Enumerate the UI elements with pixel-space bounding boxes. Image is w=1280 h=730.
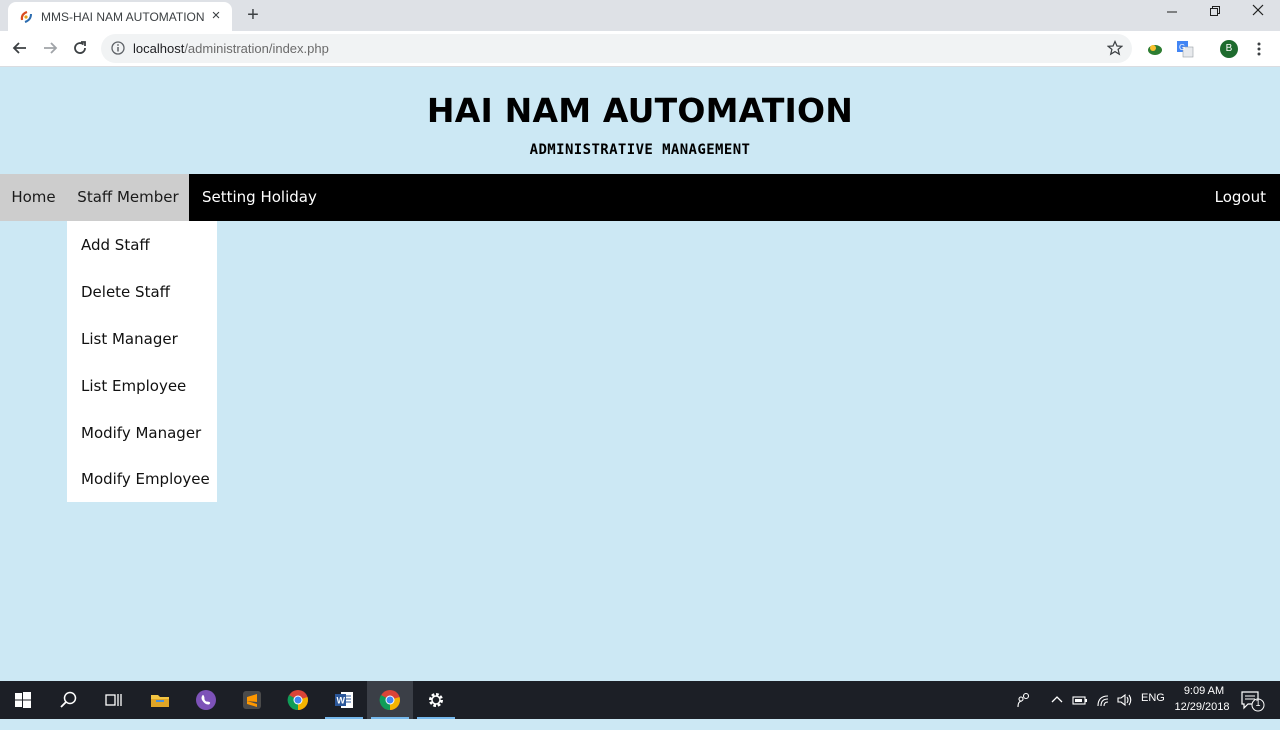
chrome-button[interactable] (275, 681, 321, 719)
window-minimize-button[interactable] (1160, 2, 1184, 22)
word-button[interactable]: W (321, 681, 367, 719)
sublime-text-button[interactable] (229, 681, 275, 719)
settings-button[interactable] (413, 681, 459, 719)
nav-home-link[interactable]: Home (0, 174, 67, 221)
restore-icon (1210, 6, 1220, 16)
address-bar[interactable]: localhost/administration/index.php (101, 34, 1132, 63)
close-icon (1252, 4, 1264, 16)
chrome-active-button[interactable] (367, 681, 413, 719)
browser-tab-title: MMS-HAI NAM AUTOMATION (41, 10, 205, 24)
site-favicon-icon (20, 10, 32, 23)
window-close-button[interactable] (1246, 3, 1270, 23)
search-button[interactable] (46, 681, 92, 719)
new-tab-button[interactable]: + (243, 4, 263, 26)
word-icon: W (335, 692, 353, 708)
language-indicator[interactable]: ENG (1141, 692, 1165, 730)
staff-member-dropdown: Add Staff Delete Staff List Manager List… (67, 221, 217, 502)
volume-icon[interactable] (1116, 692, 1134, 708)
svg-text:G: G (1179, 43, 1185, 52)
browser-tab[interactable]: MMS-HAI NAM AUTOMATION × (8, 2, 232, 31)
task-view-button[interactable] (90, 681, 136, 719)
svg-text:W: W (337, 696, 346, 706)
clock-time[interactable]: 9:09 AM (1174, 685, 1234, 697)
chrome-icon (379, 690, 400, 711)
back-arrow-icon[interactable] (10, 38, 30, 58)
start-button[interactable] (0, 681, 46, 719)
dropdown-item-add-staff[interactable]: Add Staff (81, 236, 150, 254)
bookmark-star-icon[interactable] (1107, 40, 1123, 56)
dropdown-item-delete-staff[interactable]: Delete Staff (81, 283, 170, 301)
folder-icon (151, 695, 169, 707)
battery-icon[interactable] (1072, 693, 1088, 707)
site-info-icon[interactable] (111, 41, 125, 55)
site-title: HAI NAM AUTOMATION (426, 91, 854, 130)
clock-date[interactable]: 12/29/2018 (1170, 701, 1234, 713)
tab-close-icon[interactable]: × (208, 8, 224, 24)
people-icon[interactable] (1014, 691, 1032, 709)
translate-extension-icon[interactable]: G (1176, 40, 1194, 58)
sublime-text-icon (243, 691, 261, 709)
browser-tab-strip: MMS-HAI NAM AUTOMATION × + (0, 0, 1280, 31)
windows-logo-icon (15, 692, 31, 708)
search-icon (60, 691, 77, 708)
nav-setting-holiday-link[interactable]: Setting Holiday (202, 174, 317, 221)
action-center-icon[interactable] (1240, 689, 1266, 713)
url-path: /administration/index.php (184, 41, 329, 56)
window-restore-button[interactable] (1203, 4, 1227, 24)
nav-staff-member-menu[interactable]: Staff Member (67, 174, 189, 221)
reload-icon[interactable] (70, 38, 90, 58)
notification-count-badge: 1 (1255, 698, 1261, 708)
viber-icon (196, 690, 216, 710)
nav-logout-link[interactable]: Logout (1215, 174, 1266, 221)
url-host: localhost (133, 41, 185, 56)
dropdown-item-list-employee[interactable]: List Employee (81, 377, 186, 395)
page-content: HAI NAM AUTOMATION ADMINISTRATIVE MANAGE… (0, 67, 1280, 681)
extension-cloud-icon[interactable] (1146, 40, 1164, 58)
site-subtitle: ADMINISTRATIVE MANAGEMENT (529, 142, 751, 158)
forward-arrow-icon[interactable] (40, 38, 60, 58)
browser-menu-icon[interactable] (1254, 40, 1264, 58)
file-explorer-button[interactable] (137, 681, 183, 719)
viber-button[interactable] (183, 681, 229, 719)
dropdown-item-modify-employee[interactable]: Modify Employee (81, 470, 210, 488)
main-navbar: Home Staff Member Setting Holiday Logout (0, 174, 1280, 221)
wifi-icon[interactable] (1096, 692, 1112, 708)
dropdown-item-modify-manager[interactable]: Modify Manager (81, 424, 201, 442)
url-text: localhost/administration/index.php (133, 41, 329, 56)
dropdown-item-list-manager[interactable]: List Manager (81, 330, 178, 348)
windows-taskbar: W ENG 9:09 AM 12/29/2018 1 (0, 681, 1280, 719)
chrome-icon (287, 690, 308, 711)
minimize-icon (1167, 11, 1177, 13)
chevron-up-icon[interactable] (1050, 692, 1064, 708)
profile-avatar[interactable]: B (1220, 40, 1238, 58)
gear-icon (429, 693, 443, 707)
task-view-icon (105, 694, 122, 706)
browser-toolbar: localhost/administration/index.php G B (0, 31, 1280, 67)
